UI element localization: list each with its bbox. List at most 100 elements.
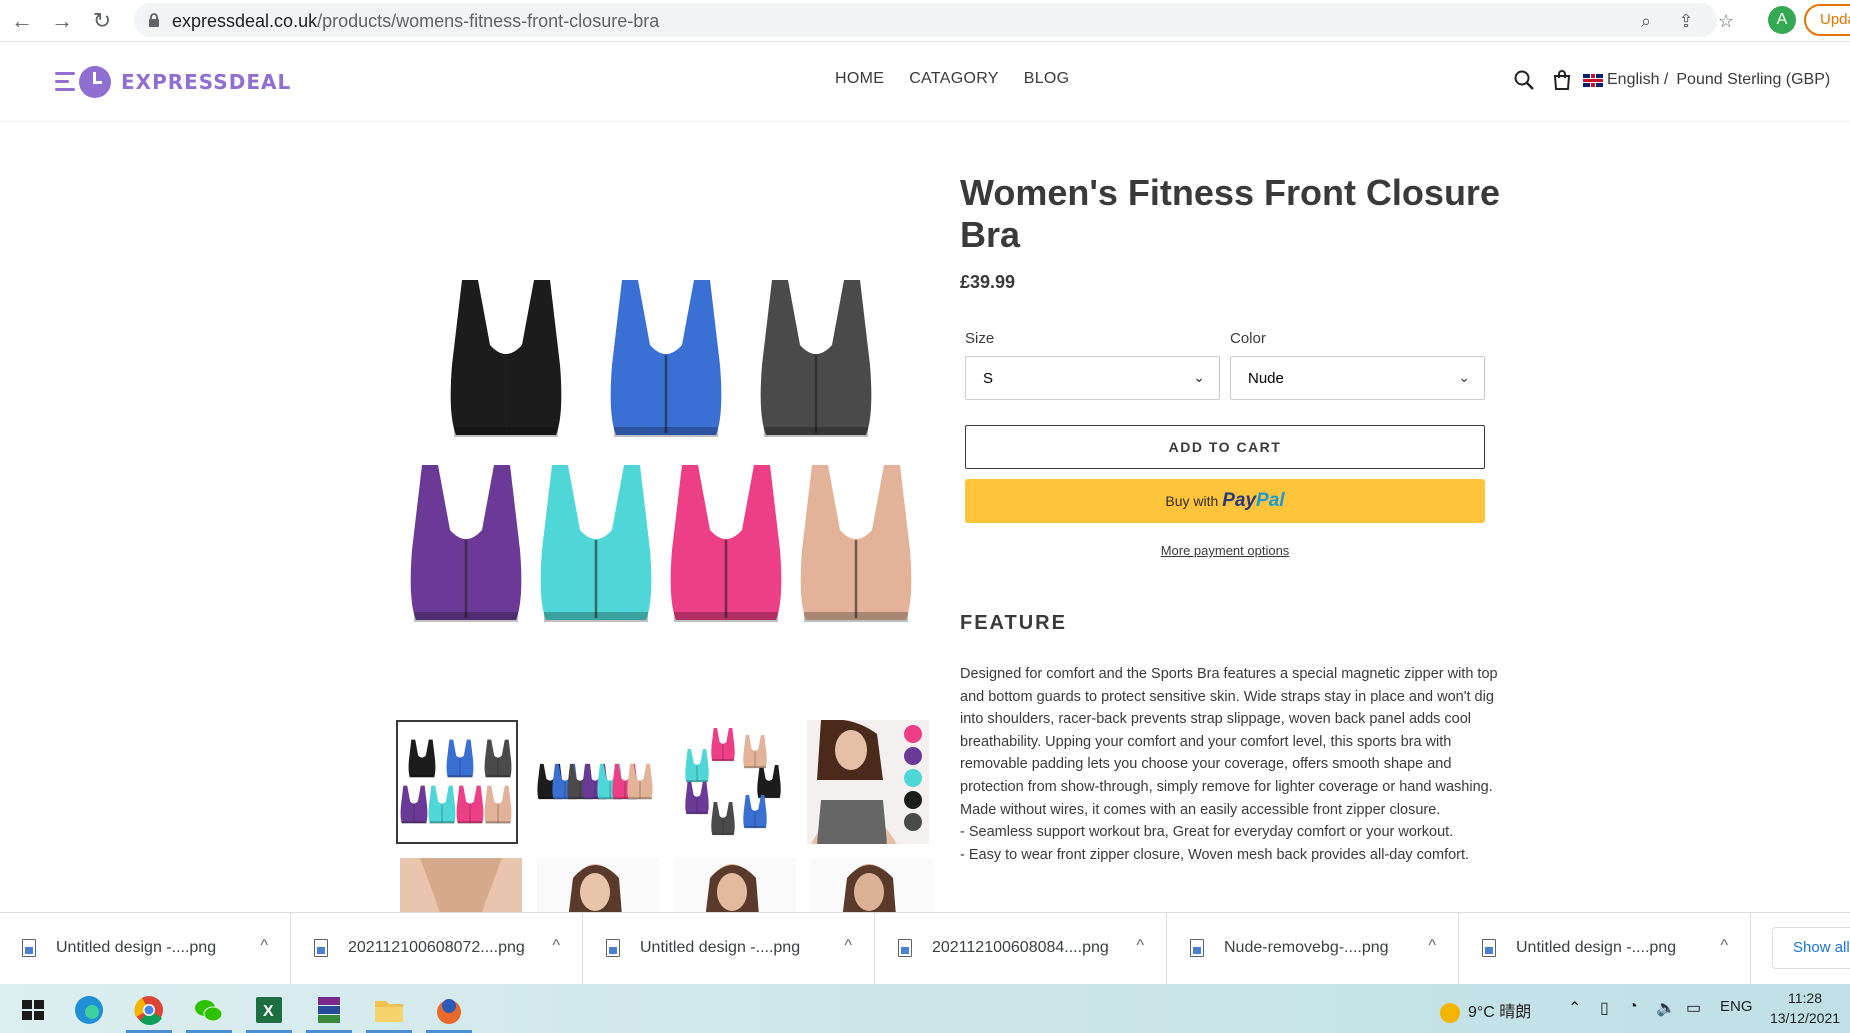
currency-selector[interactable]: Pound Sterling (GBP) [1676, 71, 1830, 89]
volume-icon[interactable]: 🔈 [1656, 998, 1676, 1018]
product-image-bra [660, 460, 792, 630]
product-description: Designed for comfort and the Sports Bra … [960, 663, 1500, 866]
input-language[interactable]: ENG [1720, 998, 1753, 1015]
site-logo[interactable]: EXPRESSDEAL [55, 64, 291, 100]
download-item[interactable]: 202112100608072....png ^ [292, 913, 583, 985]
more-payment-options-link[interactable]: More payment options [965, 543, 1485, 558]
thumbnail-bra [708, 801, 738, 837]
chevron-up-icon[interactable]: ^ [844, 937, 852, 955]
feature-heading: FEATURE [960, 612, 1067, 634]
paypal-prefix: Buy with [1165, 493, 1219, 509]
product-image-bra [750, 275, 882, 445]
nav-blog[interactable]: BLOG [1024, 70, 1070, 88]
download-item[interactable]: Untitled design -....png ^ [0, 913, 291, 985]
download-item[interactable]: Untitled design -....png ^ [584, 913, 875, 985]
size-label: Size [965, 330, 995, 347]
chrome-icon[interactable] [122, 988, 176, 1033]
thumbnail-8[interactable] [811, 858, 933, 912]
chevron-up-icon[interactable]: ^ [260, 937, 268, 955]
weather-widget[interactable]: 9°C 晴朗 [1440, 998, 1531, 1023]
paypal-logo: PayPal [1222, 490, 1285, 511]
download-item[interactable]: Untitled design -....png ^ [1460, 913, 1751, 985]
winrar-icon[interactable] [302, 988, 356, 1033]
nav-catagory[interactable]: CATAGORY [909, 70, 999, 88]
image-file-icon [898, 939, 912, 957]
product-main-image[interactable] [400, 240, 940, 650]
size-value: S [983, 370, 994, 387]
chevron-up-icon[interactable]: ^ [1428, 937, 1436, 955]
thumbnail-bra [740, 794, 770, 830]
thumbnail-bra [482, 784, 514, 826]
zoom-icon[interactable]: ⌕ [1635, 10, 1657, 32]
uk-flag-icon [1583, 73, 1603, 87]
feature-bullet: - Easy to wear front zipper closure, Wov… [960, 846, 1470, 863]
wifi-icon[interactable]: ◔ [1628, 998, 1638, 1016]
product-image-bra [600, 275, 732, 445]
chevron-down-icon: ⌄ [1193, 369, 1205, 385]
thumbnail-bra [444, 738, 476, 780]
language-selector[interactable]: English / [1607, 71, 1668, 89]
battery-icon[interactable]: ▭ [1686, 998, 1701, 1018]
thumbnail-4[interactable] [807, 720, 929, 844]
svg-text:X: X [263, 1003, 274, 1020]
feature-bullet: - Seamless support workout bra, Great fo… [960, 824, 1454, 841]
thumbnail-6[interactable] [537, 858, 659, 912]
windows-taskbar: X 9°C 晴朗 ⌃ ▯ ◔ 🔈 ▭ ENG 11:28 13/12/2021 [0, 984, 1850, 1033]
reload-icon[interactable]: ↻ [88, 7, 116, 35]
site-header: EXPRESSDEAL HOME CATAGORY BLOG English /… [0, 42, 1850, 122]
header-actions: English / Pound Sterling (GBP) [1513, 69, 1830, 91]
edge-icon[interactable] [62, 988, 116, 1033]
search-icon[interactable] [1513, 69, 1535, 91]
product-price: £39.99 [960, 272, 1016, 292]
thumbnail-7[interactable] [674, 858, 796, 912]
chevron-up-icon[interactable]: ⌃ [1568, 998, 1581, 1018]
windows-start-icon[interactable] [6, 988, 60, 1033]
back-icon[interactable]: ← [8, 7, 36, 35]
chevron-up-icon[interactable]: ^ [1720, 937, 1728, 955]
color-select[interactable]: Nude ⌄ [1230, 356, 1485, 400]
cart-icon[interactable] [1551, 69, 1573, 91]
usb-icon[interactable]: ▯ [1600, 998, 1609, 1018]
download-item[interactable]: 202112100608084....png ^ [876, 913, 1167, 985]
wechat-icon[interactable] [182, 988, 236, 1033]
clock-icon [79, 66, 111, 98]
add-to-cart-button[interactable]: ADD TO CART [965, 425, 1485, 469]
address-bar[interactable]: expressdeal.co.uk/products/womens-fitnes… [134, 3, 1734, 37]
app-icon[interactable] [422, 988, 476, 1033]
product-image-bra [440, 275, 572, 445]
thumbnail-bra [482, 738, 514, 780]
thumbnail-3[interactable] [670, 720, 792, 844]
image-file-icon [1482, 939, 1496, 957]
file-explorer-icon[interactable] [362, 988, 416, 1033]
bookmark-star-icon[interactable]: ☆ [1715, 10, 1737, 32]
thumbnail-bra [625, 760, 655, 804]
chevron-up-icon[interactable]: ^ [552, 937, 560, 955]
image-file-icon [314, 939, 328, 957]
forward-icon[interactable]: → [48, 7, 76, 35]
size-select[interactable]: S ⌄ [965, 356, 1220, 400]
sun-icon [1440, 1002, 1460, 1023]
thumbnail-1[interactable] [396, 720, 518, 844]
product-image-bra [530, 460, 662, 630]
product-image-bra [400, 460, 532, 630]
color-label: Color [1230, 330, 1266, 347]
profile-avatar[interactable]: A [1768, 6, 1796, 34]
thumbnail-bra [406, 738, 438, 780]
image-file-icon [606, 939, 620, 957]
thumbnail-5[interactable] [400, 858, 522, 912]
thumbnail-2[interactable] [533, 720, 655, 844]
system-clock[interactable]: 11:28 13/12/2021 [1765, 988, 1845, 1028]
url-text: expressdeal.co.uk/products/womens-fitnes… [172, 11, 660, 31]
update-button[interactable]: Upda [1804, 4, 1850, 36]
thumbnail-bra [682, 780, 712, 816]
excel-icon[interactable]: X [242, 988, 296, 1033]
image-file-icon [1190, 939, 1204, 957]
nav-home[interactable]: HOME [835, 70, 884, 88]
paypal-button[interactable]: Buy with PayPal [965, 479, 1485, 523]
lock-icon [149, 13, 159, 27]
chevron-up-icon[interactable]: ^ [1136, 937, 1144, 955]
share-icon[interactable]: ⇪ [1675, 10, 1697, 32]
thumbnail-bra [740, 734, 770, 770]
download-item[interactable]: Nude-removebg-....png ^ [1168, 913, 1459, 985]
show-all-downloads-button[interactable]: Show all [1772, 927, 1850, 969]
